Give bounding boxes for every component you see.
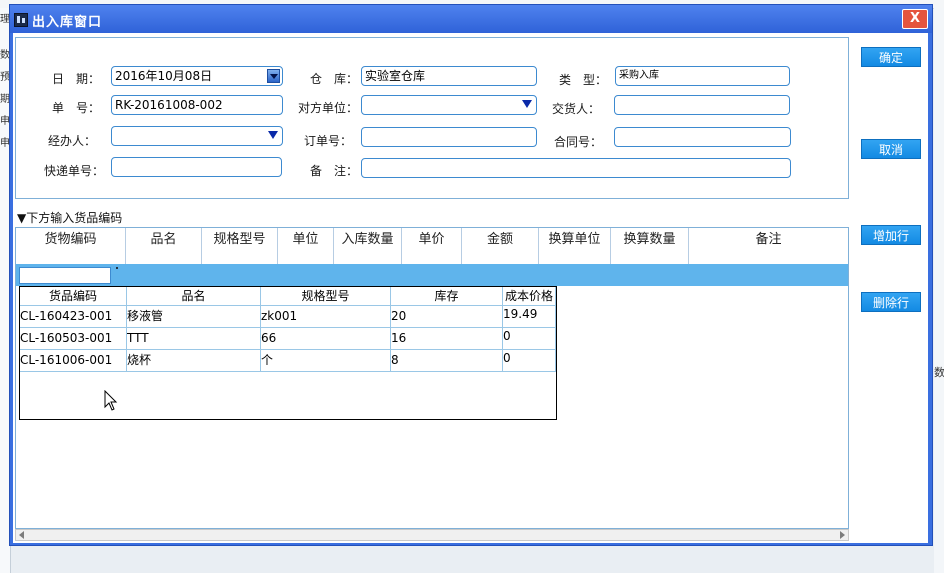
chevron-down-icon[interactable]: [268, 131, 278, 139]
purchase-order-field[interactable]: [361, 127, 537, 147]
add-row-button[interactable]: 增加行: [861, 225, 921, 245]
app-icon: [14, 13, 28, 27]
order-no-value: RK-20161008-002: [115, 98, 223, 112]
popup-cell-cost[interactable]: 19.49: [503, 306, 556, 328]
header-form-panel: 日 期： 2016年10月08日 仓 库： 实验室仓库 类 型： 采购入库 单 …: [15, 37, 849, 199]
stock-inout-window: 出入库窗口 X 日 期： 2016年10月08日 仓 库： 实验室仓库 类 型：…: [9, 4, 933, 546]
background-right-panel: 数: [934, 8, 944, 573]
grid-header-cell[interactable]: 单位: [278, 228, 334, 264]
row-marker: [116, 267, 118, 269]
popup-header-cell: 货品编码: [20, 287, 127, 306]
popup-header-cell: 库存: [391, 287, 503, 306]
popup-header-cell: 品名: [127, 287, 261, 306]
window-title: 出入库窗口: [32, 15, 103, 30]
handler-label: 经办人：: [48, 134, 97, 148]
deliverer-field[interactable]: [614, 95, 790, 115]
popup-cell-cost[interactable]: 0: [503, 328, 556, 350]
selected-grid-row[interactable]: [16, 264, 848, 286]
popup-cell-code[interactable]: CL-160423-001: [20, 306, 127, 328]
warehouse-value: 实验室仓库: [365, 69, 426, 83]
date-value: 2016年10月08日: [115, 69, 213, 83]
chevron-down-icon[interactable]: [522, 100, 532, 108]
popup-cell-name[interactable]: 移液管: [127, 306, 261, 328]
popup-cell-spec[interactable]: 个: [261, 350, 391, 372]
handler-dropdown[interactable]: [111, 126, 283, 146]
popup-cell-stock[interactable]: 8: [391, 350, 503, 372]
remark-label: 备 注：: [310, 164, 359, 178]
calendar-dropdown-icon[interactable]: [267, 69, 280, 83]
popup-header-cell: 规格型号: [261, 287, 391, 306]
grid-header-cell[interactable]: 货物编码: [16, 228, 126, 264]
grid-header-cell[interactable]: 金额: [462, 228, 539, 264]
horizontal-scrollbar[interactable]: [15, 529, 849, 541]
popup-cell-name[interactable]: 烧杯: [127, 350, 261, 372]
item-grid: 货物编码 品名 规格型号 单位 入库数量 单价 金额 换算单位 换算数量 备注 …: [15, 227, 849, 529]
popup-cell-spec[interactable]: zk001: [261, 306, 391, 328]
contract-field[interactable]: [614, 127, 791, 147]
popup-header-cell: 成本价格: [503, 287, 556, 306]
scroll-right-icon[interactable]: [840, 531, 845, 539]
warehouse-label: 仓 库：: [310, 72, 359, 86]
delete-row-button[interactable]: 删除行: [861, 292, 921, 312]
date-label: 日 期：: [52, 72, 101, 86]
scroll-left-icon[interactable]: [19, 531, 24, 539]
courier-field[interactable]: [111, 157, 282, 177]
popup-cell-spec[interactable]: 66: [261, 328, 391, 350]
window-client-area: 日 期： 2016年10月08日 仓 库： 实验室仓库 类 型： 采购入库 单 …: [13, 33, 928, 543]
popup-cell-name[interactable]: TTT: [127, 328, 261, 350]
contract-label: 合同号：: [554, 135, 603, 149]
cancel-button[interactable]: 取消: [861, 139, 921, 159]
purchase-order-label: 订单号：: [304, 134, 353, 148]
type-field[interactable]: 采购入库: [615, 66, 790, 86]
popup-cell-stock[interactable]: 16: [391, 328, 503, 350]
popup-cell-code[interactable]: CL-160503-001: [20, 328, 127, 350]
grid-header-cell[interactable]: 入库数量: [334, 228, 402, 264]
date-picker[interactable]: 2016年10月08日: [111, 66, 283, 86]
popup-cell-code[interactable]: CL-161006-001: [20, 350, 127, 372]
type-value: 采购入库: [619, 70, 659, 81]
courier-label: 快递单号：: [44, 164, 105, 178]
section-title: ▼下方输入货品编码: [17, 211, 123, 225]
remark-field[interactable]: [361, 158, 791, 178]
grid-header-cell[interactable]: 换算数量: [611, 228, 689, 264]
grid-header-cell[interactable]: 品名: [126, 228, 202, 264]
grid-header-cell[interactable]: 备注: [689, 228, 848, 264]
grid-header-cell[interactable]: 单价: [402, 228, 462, 264]
deliverer-label: 交货人：: [552, 102, 601, 116]
item-code-input[interactable]: [19, 267, 111, 284]
bg-glyph: 数: [934, 366, 944, 379]
confirm-button[interactable]: 确定: [861, 47, 921, 67]
popup-cell-cost[interactable]: 0: [503, 350, 556, 372]
order-no-label: 单 号：: [52, 101, 101, 115]
close-button[interactable]: X: [902, 9, 928, 29]
title-bar[interactable]: 出入库窗口 X: [10, 5, 932, 33]
popup-cell-stock[interactable]: 20: [391, 306, 503, 328]
grid-header-cell[interactable]: 换算单位: [539, 228, 611, 264]
grid-header-cell[interactable]: 规格型号: [202, 228, 278, 264]
mouse-cursor-icon: [104, 390, 118, 411]
counterparty-label: 对方单位：: [298, 101, 359, 115]
warehouse-field[interactable]: 实验室仓库: [361, 66, 537, 86]
type-label: 类 型：: [559, 73, 608, 87]
counterparty-dropdown[interactable]: [361, 95, 537, 115]
order-no-field[interactable]: RK-20161008-002: [111, 95, 283, 115]
item-lookup-popup: 货品编码 品名 规格型号 库存 成本价格 CL-160423-001 移液管 z…: [19, 286, 557, 420]
